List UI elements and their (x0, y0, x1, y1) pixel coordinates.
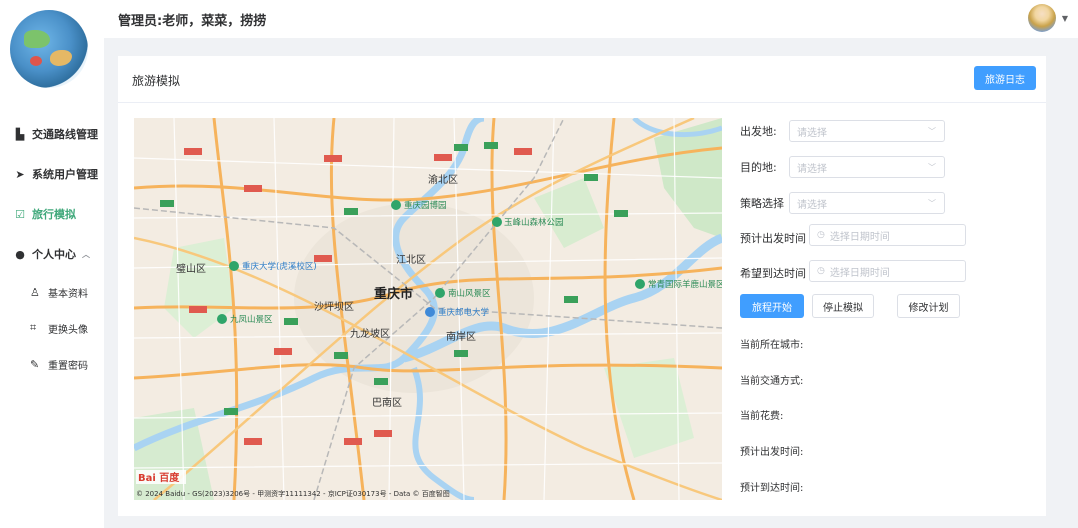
sidebar-menu: ▙ 交通路线管理 ➤ 系统用户管理 ☑ 旅行模拟 ● 个人中心 ︿ ♙ 基本资料… (0, 114, 104, 382)
card-header: 旅游模拟 旅游日志 (118, 56, 1046, 103)
origin-row: 出发地: (740, 118, 777, 144)
origin-placeholder: 请选择 (797, 127, 827, 139)
map-label-chongqing: 重庆市 (374, 286, 413, 302)
sidebar-subitem-reset-password[interactable]: ✎ 重置密码 (0, 346, 104, 382)
sidebar-subitem-profile[interactable]: ♙ 基本资料 (0, 274, 104, 310)
sidebar-subitem-label: 重置密码 (48, 360, 88, 372)
map-copyright: © 2024 Baidu - GS(2023)3206号 - 甲测资字11111… (136, 489, 450, 498)
chevron-down-icon: ﹀ (928, 127, 936, 136)
chevron-down-icon: ﹀ (928, 163, 936, 172)
chevron-down-icon: ﹀ (928, 199, 936, 208)
map-label-bishan: 璧山区 (176, 262, 206, 275)
start-trip-button[interactable]: 旅程开始 (740, 294, 804, 318)
user-outline-icon: ♙ (30, 285, 40, 299)
sidebar-item-label: 个人中心 (32, 248, 76, 261)
edit-icon: ☑ (15, 207, 25, 221)
map-label-jiufengshan: 九凤山景区 (230, 314, 273, 325)
doc-icon: ▙ (15, 127, 25, 141)
arrive-time-row: 希望到达时间 (740, 260, 806, 286)
current-transport-label: 当前交通方式: (740, 376, 804, 387)
depart-time-row: 预计出发时间 (740, 225, 806, 251)
chevron-up-icon: ︿ (82, 249, 90, 259)
current-city-label: 当前所在城市: (740, 340, 804, 351)
map-label-cqu: 重庆大学(虎溪校区) (242, 261, 317, 272)
sidebar-subitem-label: 基本资料 (48, 288, 88, 300)
estimated-depart-label: 预计出发时间: (740, 447, 804, 458)
depart-time-placeholder: 选择日期时间 (829, 231, 890, 243)
app-logo (10, 10, 88, 88)
avatar[interactable] (1028, 4, 1056, 32)
current-cost-label: 当前花费: (740, 411, 784, 422)
sidebar-item-label: 旅行模拟 (32, 208, 76, 221)
arrive-time-picker[interactable]: ◷ 选择日期时间 (809, 260, 966, 282)
strategy-label: 策略选择 (740, 197, 784, 210)
edit-pen-icon: ✎ (30, 357, 40, 371)
clock-icon: ◷ (817, 266, 825, 276)
modify-plan-button[interactable]: 修改计划 (897, 294, 960, 318)
sidebar-item-label: 系统用户管理 (32, 168, 98, 181)
depart-time-label: 预计出发时间 (740, 232, 806, 245)
map-label-jiulongpo: 九龙坡区 (350, 327, 390, 340)
destination-placeholder: 请选择 (797, 163, 827, 175)
sidebar-item-user-management[interactable]: ➤ 系统用户管理 (0, 154, 104, 194)
page-title: 管理员:老师，菜菜，捞捞 (118, 14, 267, 29)
sidebar-item-travel-simulation[interactable]: ☑ 旅行模拟 (0, 194, 104, 234)
stop-simulation-button[interactable]: 停止模拟 (812, 294, 874, 318)
depart-time-picker[interactable]: ◷ 选择日期时间 (809, 224, 966, 246)
map-label-cqupt: 重庆邮电大学 (438, 307, 490, 318)
sidebar: ▙ 交通路线管理 ➤ 系统用户管理 ☑ 旅行模拟 ● 个人中心 ︿ ♙ 基本资料… (0, 0, 104, 528)
map-label-nanshan: 南山风景区 (448, 288, 491, 299)
strategy-select[interactable]: 请选择 ﹀ (789, 192, 945, 214)
map-label-changqing: 常青国际羊鹿山景区 (648, 279, 722, 290)
origin-select[interactable]: 请选择 ﹀ (789, 120, 945, 142)
travel-log-button[interactable]: 旅游日志 (974, 66, 1036, 90)
map-label-jiangbei: 江北区 (396, 254, 426, 266)
baidu-logo: Bai 百度 (138, 471, 180, 484)
destination-row: 目的地: (740, 154, 777, 180)
destination-select[interactable]: 请选择 ﹀ (789, 156, 945, 178)
sidebar-item-personal-center[interactable]: ● 个人中心 ︿ (0, 234, 104, 274)
sidebar-subitem-label: 更换头像 (48, 324, 88, 336)
sidebar-item-route-management[interactable]: ▙ 交通路线管理 (0, 114, 104, 154)
strategy-placeholder: 请选择 (797, 199, 827, 211)
map-label-banan: 巴南区 (372, 396, 402, 409)
estimated-arrive-label: 预计到达时间: (740, 483, 804, 494)
caret-down-icon[interactable]: ▼ (1062, 14, 1068, 23)
map-label-yufengshan: 玉峰山森林公园 (504, 217, 564, 228)
arrive-time-placeholder: 选择日期时间 (829, 267, 890, 279)
map-view[interactable]: 重庆市 渝北区 江北区 沙坪坝区 九龙坡区 南岸区 巴南区 璧山区 重庆园博园 … (134, 118, 722, 500)
main-card: 旅游模拟 旅游日志 重庆市 渝北区 江北区 沙坪坝区 九龙坡区 南岸区 巴南区 … (118, 56, 1046, 516)
map-label-shapingba: 沙坪坝区 (314, 300, 354, 313)
map-label-nanan: 南岸区 (446, 330, 476, 343)
strategy-row: 策略选择 (740, 190, 784, 216)
user-icon: ● (15, 247, 25, 261)
clock-icon: ◷ (817, 230, 825, 240)
top-header: 管理员:老师，菜菜，捞捞 ▼ (104, 0, 1078, 38)
sidebar-item-label: 交通路线管理 (32, 128, 98, 141)
send-icon: ➤ (15, 167, 25, 181)
destination-label: 目的地: (740, 161, 777, 174)
map-label-yubei: 渝北区 (428, 173, 458, 186)
arrive-time-label: 希望到达时间 (740, 267, 806, 280)
card-title: 旅游模拟 (132, 74, 181, 88)
map-label-garden-expo: 重庆园博园 (404, 200, 447, 211)
origin-label: 出发地: (740, 125, 777, 138)
sidebar-subitem-avatar[interactable]: ⌗ 更换头像 (0, 310, 104, 346)
crop-icon: ⌗ (30, 321, 37, 334)
